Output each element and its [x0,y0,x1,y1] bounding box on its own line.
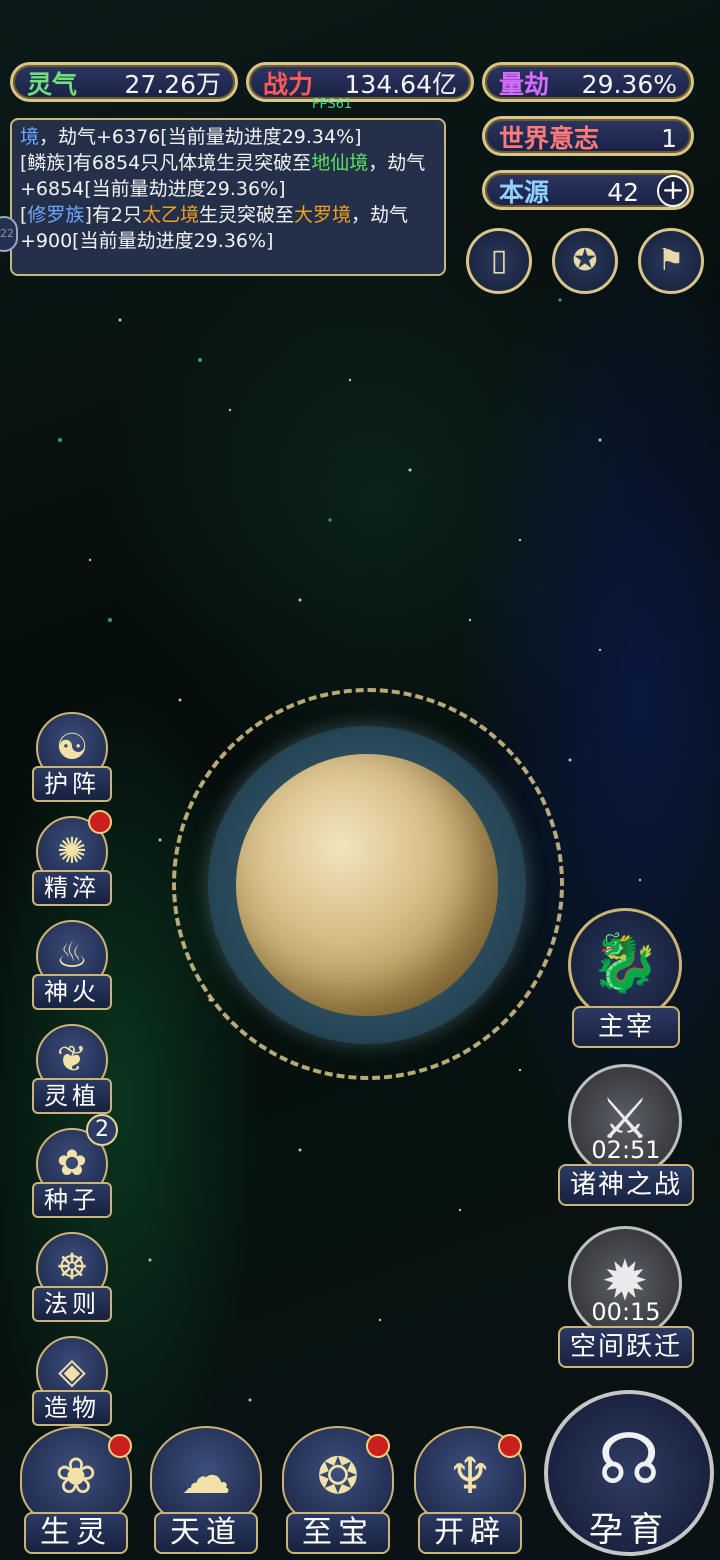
side-item-label: 灵植 [32,1078,112,1114]
notification-dot [498,1434,522,1458]
zhushen-button[interactable]: ⚔ 02:51 诸神之战 [558,1064,694,1206]
side-item-label: 种子 [32,1182,112,1218]
side-item-huzhen[interactable]: ☯ 护阵 [28,712,114,804]
zhuzai-label: 主宰 [572,1006,680,1048]
bottom-item-kaipi[interactable]: ♆ 开辟 [408,1426,532,1556]
bottom-item-shengling[interactable]: ❀ 生灵 [14,1426,138,1556]
bottom-item-label: 生灵 [24,1512,128,1554]
kongjian-label: 空间跃迁 [558,1326,694,1368]
side-item-label: 神火 [32,974,112,1010]
side-item-label: 护阵 [32,766,112,802]
zhushen-timer: 02:51 [591,1136,661,1164]
side-item-zaowu[interactable]: ◈ 造物 [28,1336,114,1428]
cloud-icon: ☁ [150,1426,262,1526]
game-scene: 灵气 27.26万 战力 134.64亿 FPS61 量劫 29.36% 世界意… [0,0,720,1560]
planet[interactable] [236,754,498,1016]
notification-dot [88,810,112,834]
side-item-zhongzi[interactable]: ✿ 种子 2 [28,1114,118,1220]
zhuzai-button[interactable]: 🐉 主宰 [558,908,694,1048]
bottom-item-zhibao[interactable]: ❂ 至宝 [276,1426,400,1556]
zhushen-label: 诸神之战 [558,1164,694,1206]
side-item-label: 精淬 [32,870,112,906]
side-item-lingzhi[interactable]: ❦ 灵植 [28,1024,114,1116]
bottom-item-label: 开辟 [418,1512,522,1554]
notification-dot [366,1434,390,1458]
bottom-item-tiandao[interactable]: ☁ 天道 [144,1426,268,1556]
kongjian-timer: 00:15 [591,1298,661,1326]
side-item-label: 造物 [32,1390,112,1426]
notification-dot [108,1434,132,1458]
bottom-item-label: 至宝 [286,1512,390,1554]
side-item-jingcui[interactable]: ✺ 精淬 [28,810,114,908]
yunyu-button[interactable]: ☊ 孕育 [544,1390,714,1556]
side-item-label: 法则 [32,1286,112,1322]
count-badge: 2 [86,1114,118,1146]
side-item-shenhuo[interactable]: ♨ 神火 [28,920,114,1012]
bottom-item-label: 天道 [154,1512,258,1554]
dragon-icon: 🐉 [568,908,682,1022]
yunyu-label: 孕育 [589,1510,669,1550]
kongjian-button[interactable]: ✹ 00:15 空间跃迁 [558,1226,694,1368]
side-item-faze[interactable]: ☸ 法则 [28,1232,114,1324]
